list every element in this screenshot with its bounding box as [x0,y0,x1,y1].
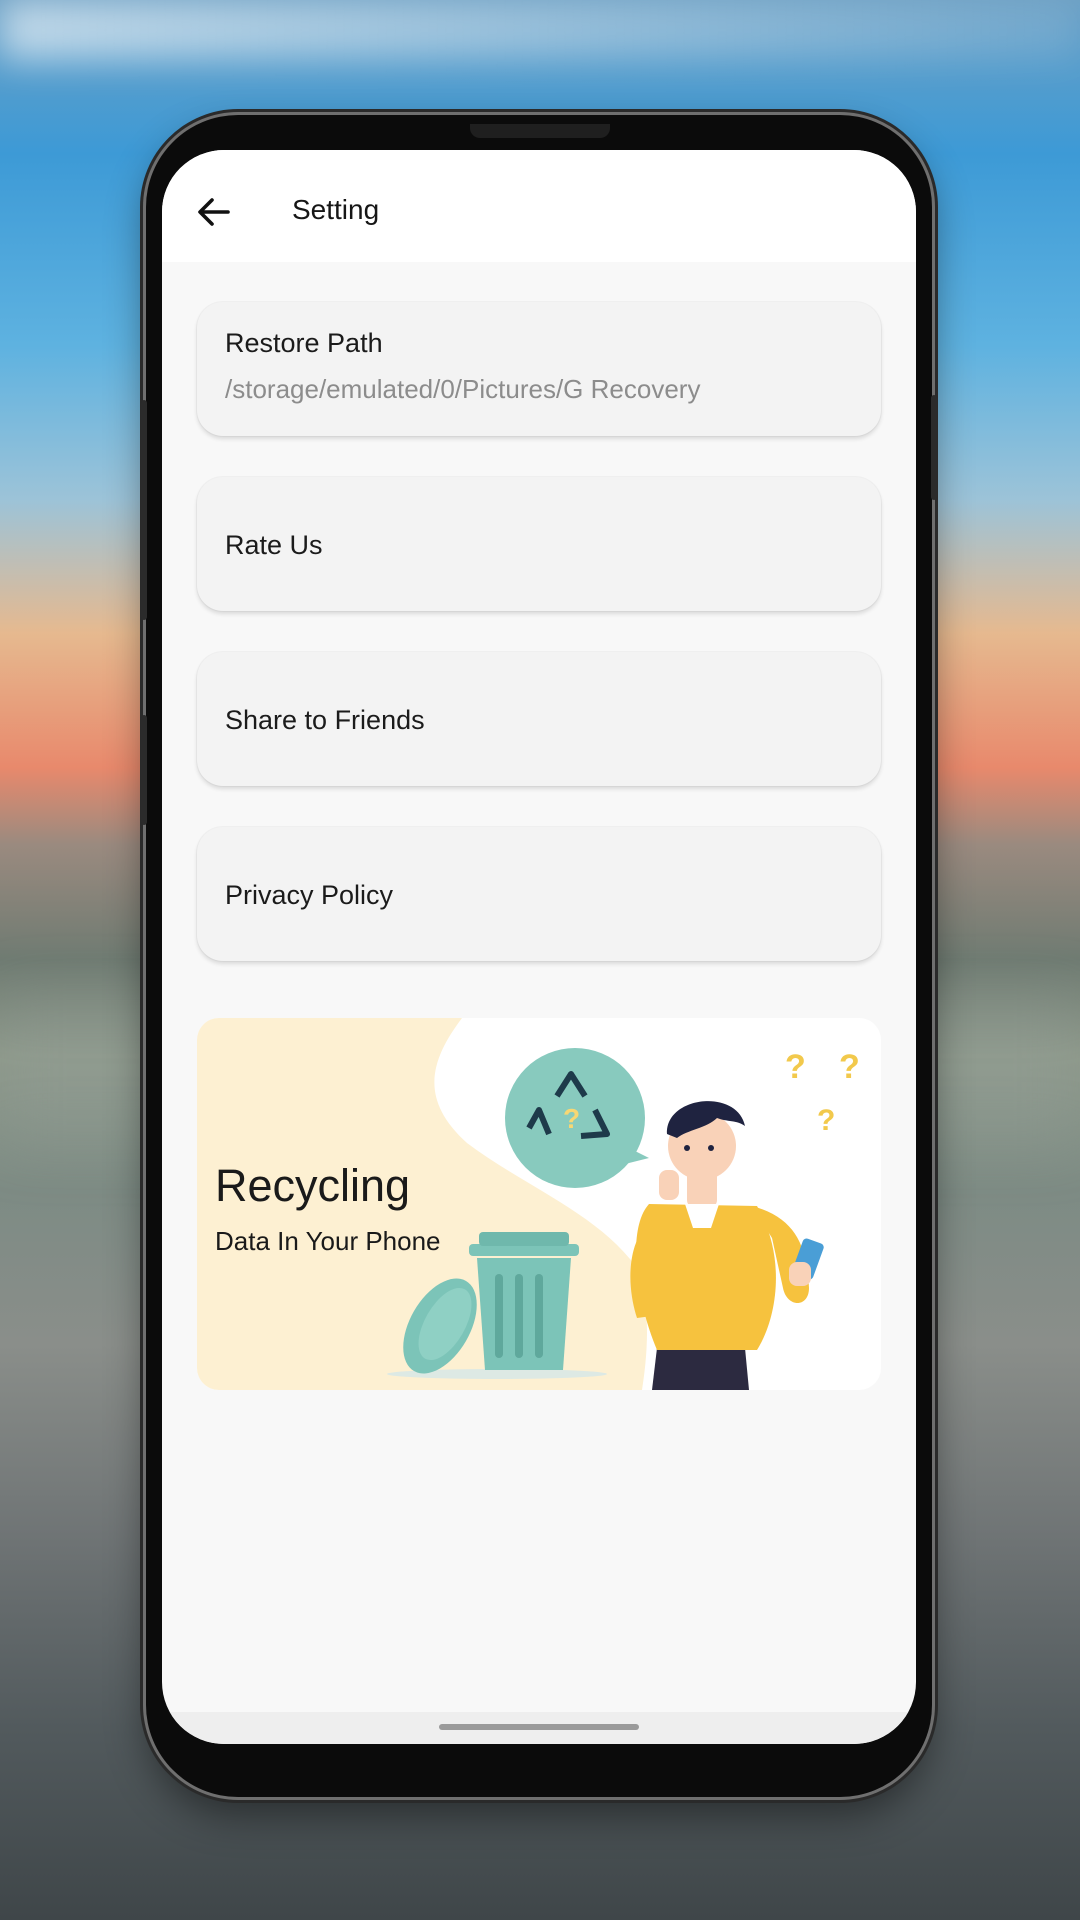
restore-path-item[interactable]: Restore Path /storage/emulated/0/Picture… [197,302,881,436]
privacy-policy-label: Privacy Policy [225,880,394,910]
confused-person-icon [630,1101,824,1390]
phone-side-button [141,400,147,620]
banner-heading: Recycling [215,1160,411,1211]
privacy-policy-item[interactable]: Privacy Policy [197,827,881,961]
share-item[interactable]: Share to Friends [197,652,881,786]
recycling-banner[interactable]: ? ? ? ? Recycling Data In Your Phone [197,1018,881,1390]
app-bar: Setting [162,150,916,262]
svg-text:?: ? [785,1048,806,1086]
svg-text:?: ? [563,1103,580,1134]
svg-text:?: ? [839,1048,860,1086]
phone-speaker [470,124,610,138]
phone-side-button [141,715,147,825]
arrow-left-icon [198,198,230,226]
restore-path-label: Restore Path [225,328,383,358]
phone-side-button [931,395,937,500]
rate-us-label: Rate Us [225,530,323,560]
page-title: Setting [292,194,380,225]
svg-text:?: ? [817,1104,835,1137]
recycle-bubble-icon: ? [505,1048,649,1188]
restore-path-value: /storage/emulated/0/Pictures/G Recovery [225,374,701,404]
back-button[interactable] [192,190,236,234]
banner-subheading: Data In Your Phone [215,1226,441,1256]
background-blur [0,0,1080,60]
question-marks-icon: ? ? ? [785,1048,860,1137]
home-indicator[interactable] [439,1724,639,1730]
rate-us-item[interactable]: Rate Us [197,477,881,611]
share-label: Share to Friends [225,705,425,735]
phone-screen: Setting Restore Path /storage/emulated/0… [162,150,916,1744]
